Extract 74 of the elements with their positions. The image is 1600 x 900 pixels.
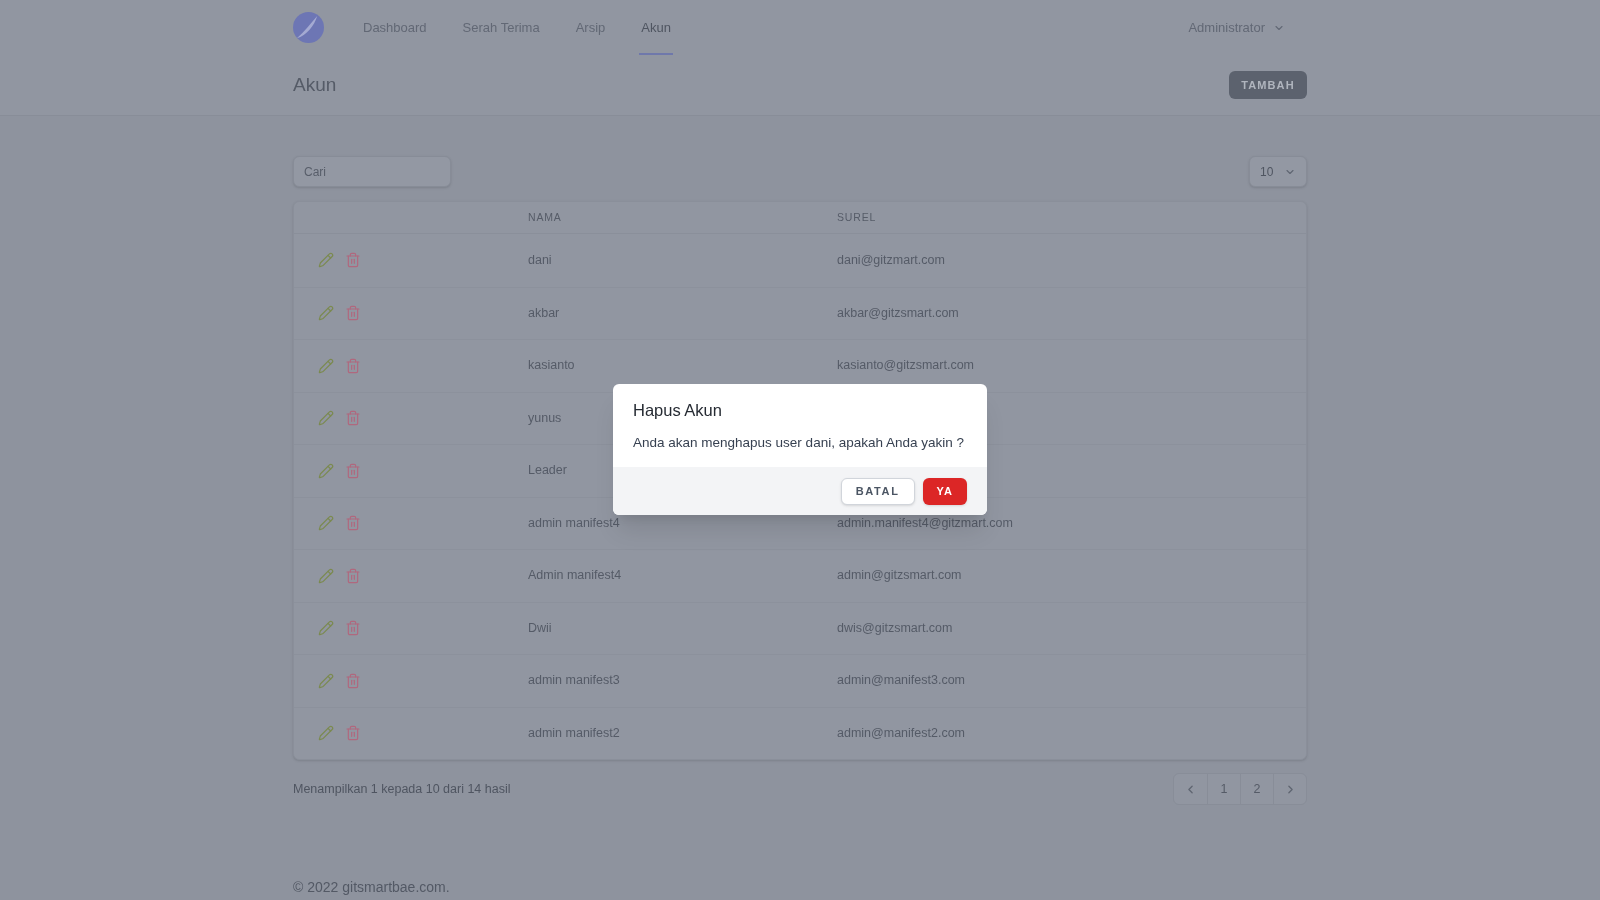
column-header: NAMA <box>528 209 562 225</box>
edit-button[interactable] <box>318 672 334 689</box>
trash-icon <box>345 252 361 269</box>
delete-button[interactable] <box>345 567 361 584</box>
delete-button[interactable] <box>345 462 361 479</box>
table-cell-text: admin@manifest2.com <box>837 724 965 742</box>
nav-link[interactable]: Akun <box>639 0 673 55</box>
edit-button[interactable] <box>318 252 334 269</box>
pencil-icon <box>318 462 334 479</box>
table-cell-text: admin manifest2 <box>528 724 620 742</box>
table-cell-text: akbar <box>528 304 560 322</box>
edit-button[interactable] <box>318 357 334 374</box>
table-cell-text: Leader <box>528 462 567 480</box>
search-field[interactable]: Cari <box>293 156 451 187</box>
trash-icon <box>345 305 361 322</box>
table-cell-text: admin@gitzsmart.com <box>837 567 962 585</box>
pencil-icon <box>318 410 334 427</box>
delete-button[interactable] <box>345 252 361 269</box>
table-cell-text: dani@gitzmart.com <box>837 251 945 269</box>
delete-button[interactable] <box>345 357 361 374</box>
trash-icon <box>345 620 361 637</box>
pencil-icon <box>318 305 334 322</box>
delete-button[interactable] <box>345 515 361 532</box>
table-cell-text: kasianto <box>528 357 575 375</box>
delete-button[interactable] <box>345 410 361 427</box>
pencil-icon <box>318 252 334 269</box>
pencil-icon <box>318 725 334 742</box>
pencil-icon <box>318 620 334 637</box>
trash-icon <box>345 462 361 479</box>
table-cell-text: Dwii <box>528 619 552 637</box>
table-cell-text: dani <box>528 251 552 269</box>
trash-icon <box>345 357 361 374</box>
pencil-icon <box>318 672 334 689</box>
table-cell-text: admin@manifest3.com <box>837 672 965 690</box>
dialog-message: Anda akan menghapus user dani, apakah Anda yakin ? <box>633 434 965 452</box>
trash-icon <box>345 515 361 532</box>
table-cell-text: admin manifest3 <box>528 672 620 690</box>
pencil-icon <box>318 567 334 584</box>
add-button[interactable]: TAMBAH <box>1229 71 1307 99</box>
table-cell-text: yunus <box>528 409 562 427</box>
edit-button[interactable] <box>318 305 334 322</box>
delete-button[interactable] <box>345 672 361 689</box>
trash-icon <box>345 410 361 427</box>
page-size-select[interactable]: 10 <box>1249 156 1307 187</box>
pencil-icon <box>318 515 334 532</box>
table-cell-text: dwis@gitzsmart.com <box>837 619 953 637</box>
edit-button[interactable] <box>318 620 334 637</box>
trash-icon <box>345 567 361 584</box>
pagination-summary: Menampilkan 1 kepada 10 dari 14 hasil <box>293 780 511 798</box>
table-cell-text: kasianto@gitzsmart.com <box>837 357 975 375</box>
delete-button[interactable] <box>345 620 361 637</box>
edit-button[interactable] <box>318 410 334 427</box>
trash-icon <box>345 672 361 689</box>
edit-button[interactable] <box>318 515 334 532</box>
logo-icon <box>293 12 324 43</box>
edit-button[interactable] <box>318 567 334 584</box>
table-cell-text: admin.manifest4@gitzmart.com <box>837 514 1013 532</box>
column-header: SUREL <box>837 209 877 225</box>
table-cell-text: akbar@gitzsmart.com <box>837 304 959 322</box>
delete-button[interactable] <box>345 305 361 322</box>
pencil-icon <box>318 357 334 374</box>
page-button[interactable]: 1 <box>1207 774 1240 804</box>
table-cell-text: Admin manifest4 <box>528 567 622 585</box>
copyright-text: © 2022 gitsmartbae.com. <box>293 878 450 896</box>
edit-button[interactable] <box>318 725 334 742</box>
confirm-button[interactable]: YA <box>922 477 967 505</box>
dialog-title: Hapus Akun <box>633 400 723 420</box>
page-title: Akun <box>293 72 337 97</box>
trash-icon <box>345 725 361 742</box>
page-button[interactable]: 2 <box>1240 774 1273 804</box>
delete-button[interactable] <box>345 725 361 742</box>
cancel-button[interactable]: BATAL <box>840 477 915 505</box>
edit-button[interactable] <box>318 462 334 479</box>
table-cell-text: admin manifest4 <box>528 514 620 532</box>
